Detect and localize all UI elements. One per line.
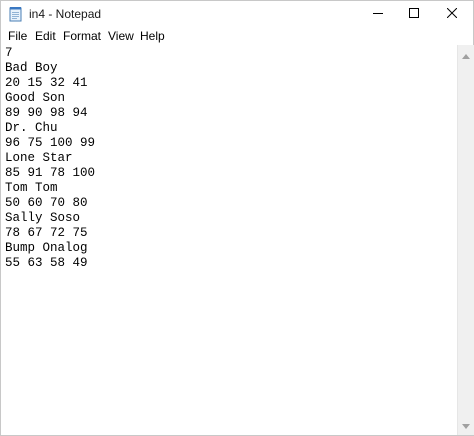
text-editor-area[interactable]: 7 Bad Boy 20 15 32 41 Good Son 89 90 98 … [1,45,456,435]
menu-bar: File Edit Format View Help [1,27,473,45]
editor-line: 85 91 78 100 [5,166,96,180]
editor-line: Sally Soso [5,211,81,225]
editor-line: 96 75 100 99 [5,136,96,150]
scroll-up-button[interactable] [458,47,474,63]
close-icon [446,5,458,23]
notepad-window: in4 - Notepad File Edit Format View Help [0,0,474,436]
close-button[interactable] [429,1,474,27]
editor-line: 7 [5,46,13,60]
title-bar[interactable]: in4 - Notepad [1,1,473,27]
editor-line: 78 67 72 75 [5,226,88,240]
window-title: in4 - Notepad [29,7,102,21]
editor-line: 89 90 98 94 [5,106,88,120]
editor-line: Bump Onalog [5,241,88,255]
notepad-icon [9,6,23,22]
scroll-down-button[interactable] [458,417,474,433]
editor-line: 55 63 58 49 [5,256,88,270]
menu-edit[interactable]: Edit [35,29,56,43]
vertical-scrollbar[interactable] [457,45,474,435]
menu-format[interactable]: Format [63,29,101,43]
editor-line: Dr. Chu [5,121,58,135]
menu-file[interactable]: File [8,29,27,43]
editor-line: 50 60 70 80 [5,196,88,210]
editor-line: Bad Boy [5,61,58,75]
minimize-icon [373,5,383,23]
editor-line: 20 15 32 41 [5,76,88,90]
maximize-icon [409,5,419,23]
editor-line: Good Son [5,91,66,105]
menu-view[interactable]: View [108,29,134,43]
menu-help[interactable]: Help [140,29,165,43]
scroll-down-arrow-icon [462,416,470,434]
editor-line: Tom Tom [5,181,58,195]
editor-line: Lone Star [5,151,73,165]
scroll-up-arrow-icon [462,46,470,64]
